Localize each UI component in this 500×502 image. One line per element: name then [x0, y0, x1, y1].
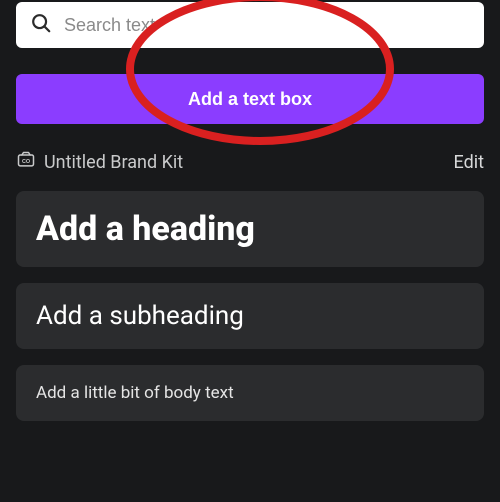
add-heading-button[interactable]: Add a heading	[16, 191, 484, 267]
brand-kit-title: Untitled Brand Kit	[44, 152, 183, 173]
body-preset-label: Add a little bit of body text	[36, 383, 464, 403]
add-text-box-button[interactable]: Add a text box	[16, 74, 484, 124]
search-icon	[30, 12, 52, 38]
add-subheading-button[interactable]: Add a subheading	[16, 283, 484, 349]
heading-preset-label: Add a heading	[36, 209, 464, 249]
subheading-preset-label: Add a subheading	[36, 301, 464, 331]
add-body-text-button[interactable]: Add a little bit of body text	[16, 365, 484, 421]
search-bar[interactable]	[16, 2, 484, 48]
brand-kit-edit-link[interactable]: Edit	[454, 152, 484, 173]
brand-kit-label-group: CO Untitled Brand Kit	[16, 150, 183, 175]
brand-kit-icon: CO	[16, 150, 36, 175]
search-input[interactable]	[64, 15, 470, 36]
brand-kit-row: CO Untitled Brand Kit Edit	[16, 150, 484, 175]
svg-text:CO: CO	[22, 159, 30, 165]
